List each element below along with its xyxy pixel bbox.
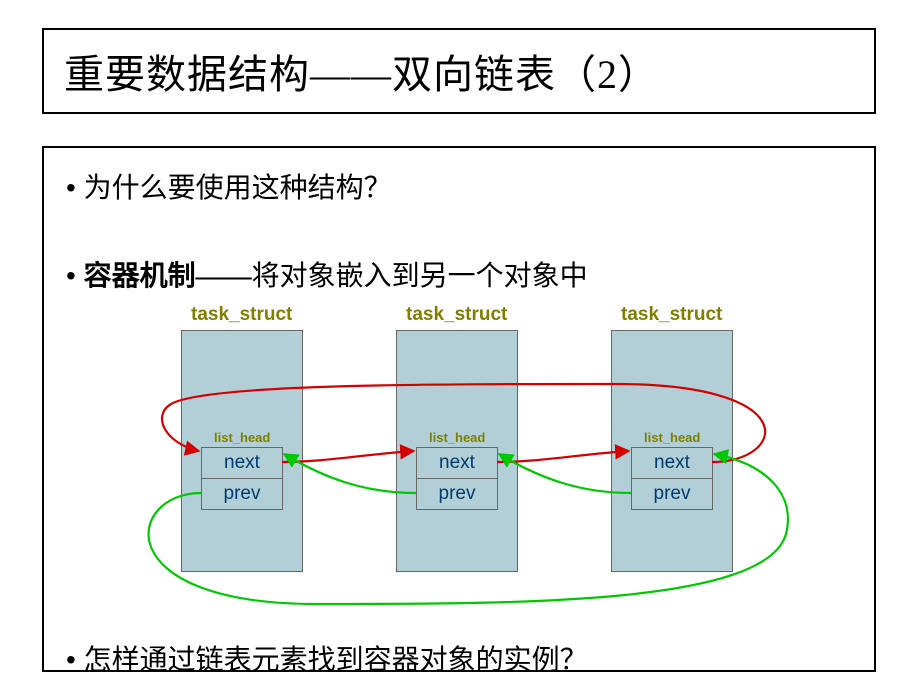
- prev-cell-3: prev: [631, 478, 713, 510]
- struct-label-3: task_struct: [621, 304, 722, 326]
- content-box: 为什么要使用这种结构？ 容器机制——将对象嵌入到另一个对象中 task_stru…: [42, 146, 876, 672]
- struct-label-1: task_struct: [191, 304, 292, 326]
- list-head-label-3: list_head: [644, 430, 700, 445]
- prev-cell-2: prev: [416, 478, 498, 510]
- struct-label-2: task_struct: [406, 304, 507, 326]
- next-cell-1: next: [201, 447, 283, 479]
- next-cell-3: next: [631, 447, 713, 479]
- bullet-2-bold: 容器机制——: [84, 261, 252, 292]
- title-box: 重要数据结构——双向链表（2）: [42, 28, 876, 114]
- bullet-3: 怎样通过链表元素找到容器对象的实例？: [66, 640, 852, 680]
- prev-cell-1: prev: [201, 478, 283, 510]
- bullet-1: 为什么要使用这种结构？: [66, 168, 852, 208]
- list-head-label-2: list_head: [429, 430, 485, 445]
- bullet-2-rest: 将对象嵌入到另一个对象中: [252, 261, 588, 292]
- list-head-label-1: list_head: [214, 430, 270, 445]
- next-cell-2: next: [416, 447, 498, 479]
- bullet-2: 容器机制——将对象嵌入到另一个对象中: [66, 256, 852, 296]
- linked-list-diagram: task_struct task_struct task_struct list…: [66, 304, 856, 634]
- page-title: 重要数据结构——双向链表（2）: [64, 42, 659, 100]
